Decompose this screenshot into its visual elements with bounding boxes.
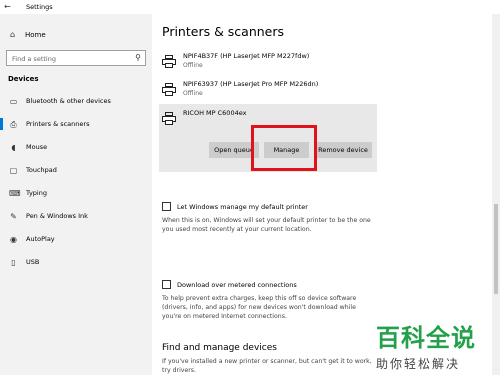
find-devices-title: Find and manage devices — [162, 343, 277, 353]
metered-description: To help prevent extra charges, keep this… — [162, 295, 357, 320]
search-placeholder: Find a setting — [12, 55, 56, 63]
sidebar-item-printers[interactable]: ⎙ Printers & scanners — [0, 113, 152, 135]
printer-name: NPIF63937 (HP LaserJet Pro MFP M226dn) — [183, 80, 319, 88]
metered-checkbox-row[interactable]: Download over metered connections — [162, 280, 297, 289]
home-icon: ⌂ — [9, 30, 16, 39]
default-printer-description: When this is on, Windows will set your d… — [162, 217, 371, 233]
printer-icon — [162, 83, 176, 97]
usb-icon: ▯ — [11, 257, 16, 267]
sidebar-item-label: Touchpad — [26, 166, 57, 174]
title-bar: ← Settings — [0, 0, 500, 14]
metered-label: Download over metered connections — [177, 280, 297, 289]
home-label: Home — [25, 30, 46, 39]
section-title: Devices — [8, 75, 39, 83]
sidebar-item-label: Printers & scanners — [26, 120, 90, 128]
page-title: Printers & scanners — [162, 24, 285, 39]
default-printer-label: Let Windows manage my default printer — [177, 202, 308, 211]
watermark: 百科全说 助你轻松解决 — [376, 318, 488, 371]
find-devices-description: If you've installed a new printer or sca… — [162, 358, 372, 374]
autoplay-icon: ◉ — [10, 234, 17, 244]
mouse-icon: ◖ — [11, 142, 16, 152]
printer-item[interactable]: NPIF4B37F (HP LaserJet MFP M227fdw) Offl… — [162, 52, 382, 80]
sidebar: ⌂ Home Find a setting ⚲ Devices ▭ Blueto… — [0, 14, 152, 375]
sidebar-item-typing[interactable]: ⌨ Typing — [0, 182, 152, 204]
printer-name: RICOH MP C6004ex — [183, 109, 247, 117]
sidebar-item-autoplay[interactable]: ◉ AutoPlay — [0, 228, 152, 250]
default-printer-checkbox[interactable] — [162, 202, 171, 211]
printer-icon — [162, 55, 176, 69]
sidebar-item-touchpad[interactable]: ▢ Touchpad — [0, 159, 152, 181]
window-title: Settings — [26, 3, 53, 11]
watermark-title: 百科全说 — [376, 324, 476, 352]
metered-checkbox[interactable] — [162, 280, 171, 289]
sidebar-home[interactable]: ⌂ Home — [8, 30, 46, 39]
sidebar-item-label: USB — [26, 258, 40, 266]
sidebar-item-usb[interactable]: ▯ USB — [0, 251, 152, 273]
remove-device-button[interactable]: Remove device — [314, 142, 372, 158]
default-printer-checkbox-row[interactable]: Let Windows manage my default printer — [162, 202, 308, 211]
scrollbar[interactable] — [492, 14, 500, 375]
search-icon[interactable]: ⚲ — [135, 53, 141, 62]
bluetooth-icon: ▭ — [9, 96, 18, 106]
printer-icon: ⎙ — [10, 119, 17, 129]
printer-icon — [162, 112, 176, 126]
sidebar-item-mouse[interactable]: ◖ Mouse — [0, 136, 152, 158]
sidebar-item-label: Typing — [26, 189, 47, 197]
printer-name: NPIF4B37F (HP LaserJet MFP M227fdw) — [183, 52, 310, 60]
pen-icon: ✎ — [10, 211, 17, 221]
sidebar-item-pen[interactable]: ✎ Pen & Windows Ink — [0, 205, 152, 227]
printer-status: Offline — [183, 62, 203, 69]
back-arrow-icon[interactable]: ← — [4, 2, 11, 11]
touchpad-icon: ▢ — [9, 165, 18, 175]
watermark-subtitle: 助你轻松解决 — [376, 357, 461, 371]
sidebar-item-label: Pen & Windows Ink — [26, 212, 88, 220]
sidebar-item-bluetooth[interactable]: ▭ Bluetooth & other devices — [0, 90, 152, 112]
keyboard-icon: ⌨ — [9, 188, 21, 198]
search-input[interactable]: Find a setting ⚲ — [6, 50, 146, 66]
printer-status: Offline — [183, 90, 203, 97]
sidebar-item-label: Bluetooth & other devices — [26, 97, 111, 105]
scrollbar-thumb[interactable] — [494, 204, 498, 294]
manage-highlight-box — [251, 125, 317, 171]
sidebar-item-label: Mouse — [26, 143, 48, 151]
sidebar-item-label: AutoPlay — [26, 235, 55, 243]
